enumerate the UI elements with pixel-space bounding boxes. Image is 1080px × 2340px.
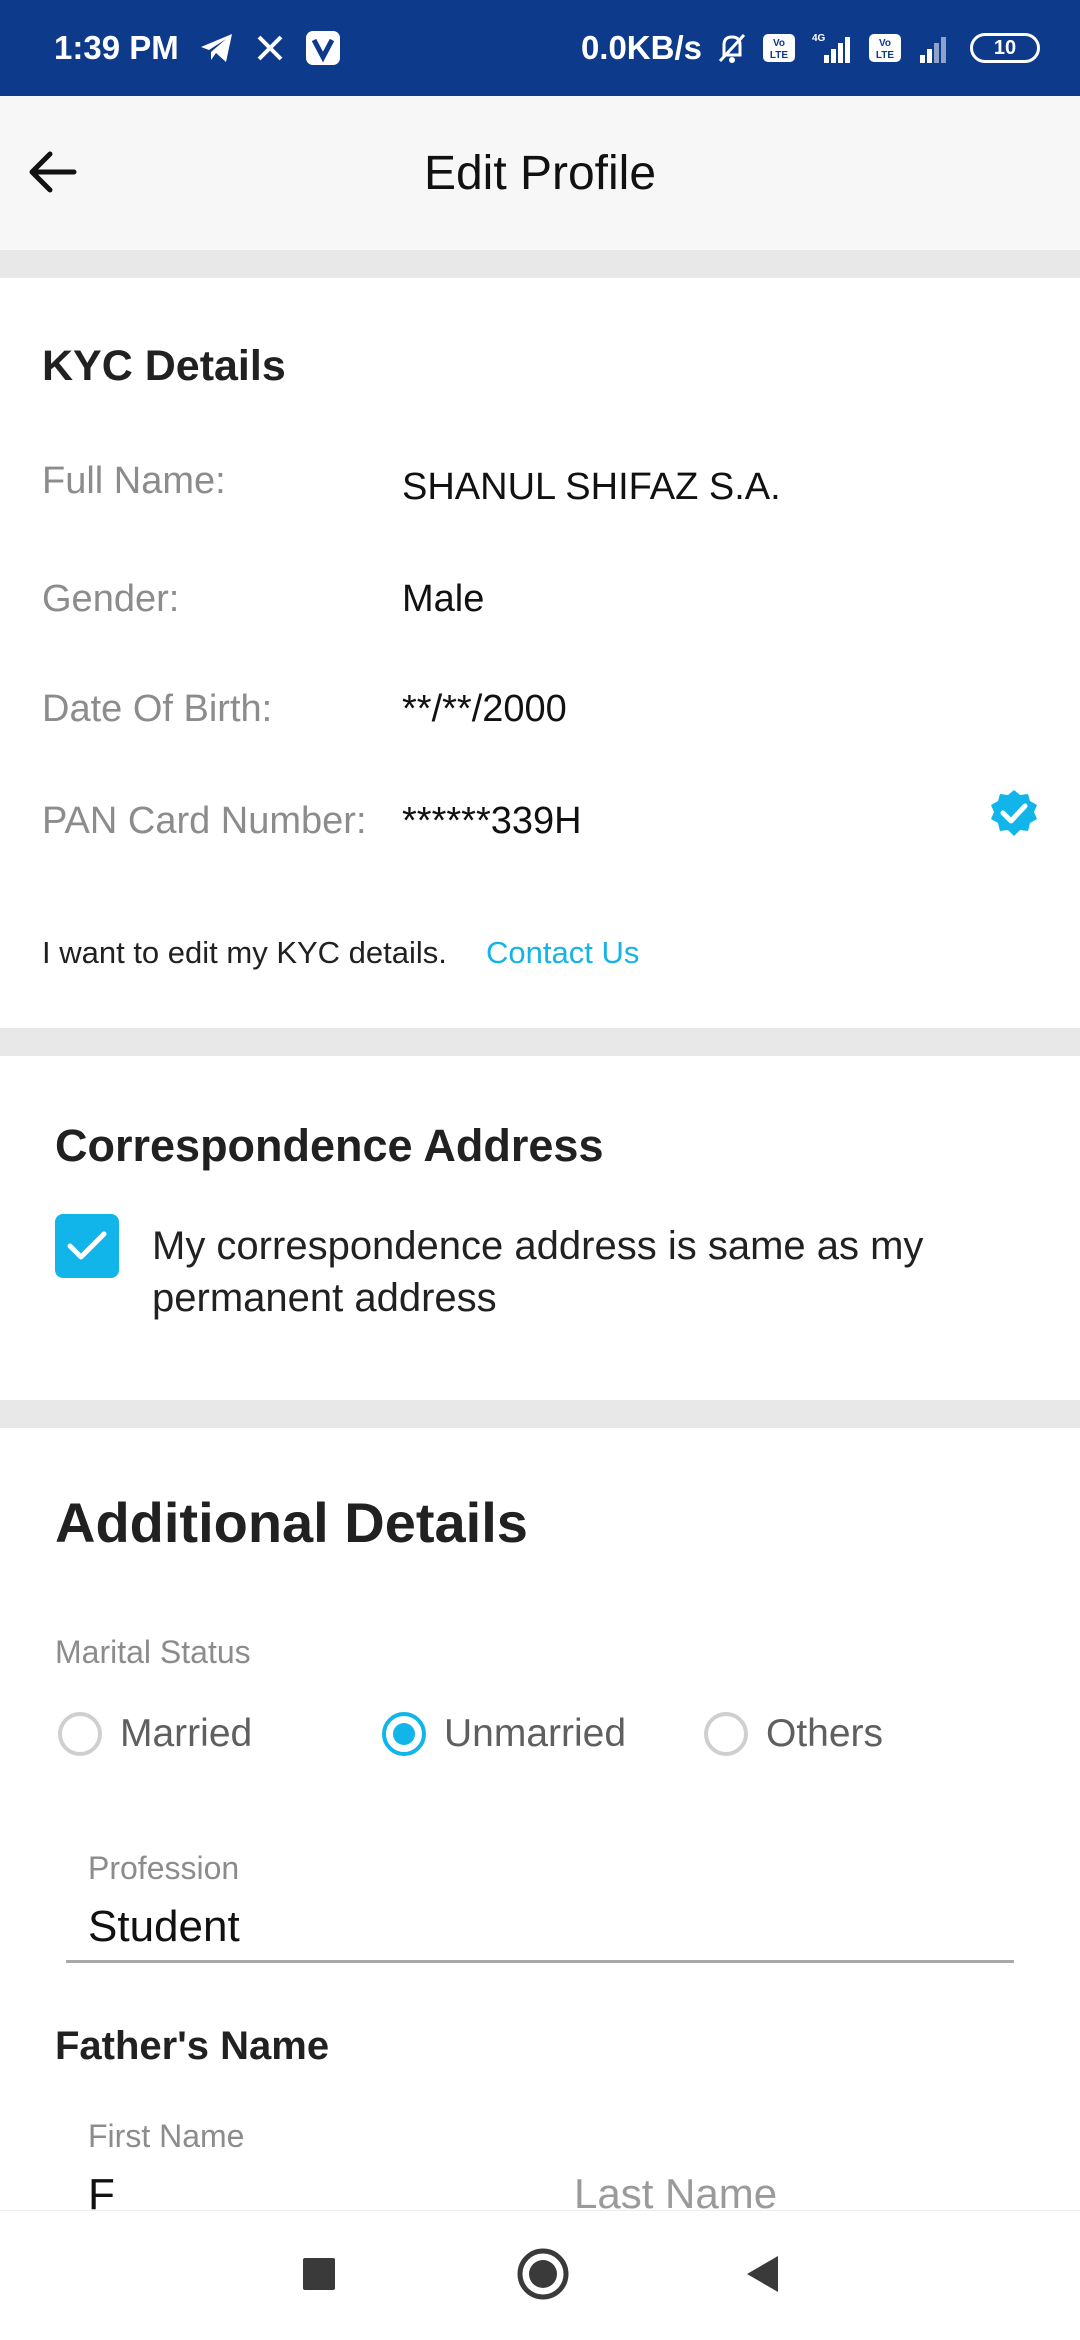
back-triangle-icon	[747, 2256, 778, 2292]
marital-status-label: Marital Status	[55, 1634, 251, 1670]
contact-us-link[interactable]: Contact Us	[486, 935, 639, 971]
gender-value: Male	[402, 578, 485, 620]
volte-icon: Vo LTE	[762, 33, 796, 63]
home-button[interactable]	[508, 2239, 578, 2309]
radio-selected-icon	[382, 1712, 426, 1756]
radio-circle-icon	[704, 1712, 748, 1756]
status-right: 0.0KB/s Vo LTE 4G Vo LTE 10	[581, 29, 1040, 67]
signal-4g-icon: 4G	[810, 31, 854, 65]
radio-married[interactable]: Married	[58, 1712, 252, 1756]
svg-text:LTE: LTE	[876, 50, 894, 61]
radio-married-label: Married	[120, 1712, 253, 1755]
x-icon	[255, 33, 285, 63]
section-divider	[0, 1400, 1080, 1428]
same-address-checkbox[interactable]	[55, 1214, 119, 1278]
status-left: 1:39 PM	[54, 29, 341, 67]
dob-label: Date Of Birth:	[42, 688, 273, 730]
full-name-label: Full Name:	[42, 460, 226, 502]
app-bar: Edit Profile	[0, 96, 1080, 250]
battery-icon: 10	[970, 33, 1040, 63]
section-divider	[0, 1028, 1080, 1056]
checkmark-icon	[67, 1231, 107, 1260]
first-name-label: First Name	[88, 2118, 245, 2154]
signal-icon	[916, 31, 956, 65]
pan-label: PAN Card Number:	[42, 800, 367, 842]
home-circle-icon	[517, 2248, 569, 2300]
kyc-section-title: KYC Details	[42, 342, 286, 390]
same-address-label[interactable]: My correspondence address is same as my …	[152, 1220, 1032, 1324]
verified-badge-icon	[988, 788, 1040, 840]
radio-others[interactable]: Others	[704, 1712, 883, 1756]
recents-button[interactable]	[284, 2239, 354, 2309]
svg-text:LTE: LTE	[770, 50, 788, 61]
radio-unmarried[interactable]: Unmarried	[382, 1712, 626, 1756]
page-title: Edit Profile	[423, 147, 657, 200]
radio-circle-icon	[58, 1712, 102, 1756]
network-speed: 0.0KB/s	[580, 29, 702, 66]
status-time: 1:39 PM	[54, 29, 179, 66]
correspondence-section-title: Correspondence Address	[55, 1120, 604, 1171]
section-divider	[0, 250, 1080, 278]
volte-icon-2: Vo LTE	[868, 33, 902, 63]
system-nav-bar	[0, 2210, 1080, 2340]
status-bar: 1:39 PM 0.0KB/s Vo LTE 4G Vo LTE 10	[0, 0, 1080, 96]
pan-value: ******339H	[402, 800, 582, 842]
profession-value[interactable]: Student	[88, 1902, 240, 1952]
battery-level: 10	[993, 36, 1017, 59]
app-v-icon	[305, 30, 341, 66]
edit-profile-screen: 1:39 PM 0.0KB/s Vo LTE 4G Vo LTE 10 Edit…	[0, 0, 1080, 2340]
marital-status-radio-group: Married Unmarried Others	[0, 1712, 1080, 1768]
svg-text:4G: 4G	[812, 33, 826, 44]
svg-text:Vo: Vo	[879, 38, 891, 49]
telegram-icon	[199, 32, 235, 64]
svg-text:Vo: Vo	[773, 38, 785, 49]
gender-label: Gender:	[42, 578, 180, 620]
edit-kyc-note: I want to edit my KYC details.	[42, 935, 447, 970]
dob-value: **/**/2000	[402, 688, 567, 730]
fathers-name-title: Father's Name	[55, 2024, 330, 2068]
system-back-button[interactable]	[728, 2239, 798, 2309]
profession-underline	[66, 1960, 1014, 1963]
full-name-value: SHANUL SHIFAZ S.A.	[402, 466, 781, 508]
profession-label: Profession	[88, 1850, 240, 1886]
additional-section-title: Additional Details	[55, 1491, 528, 1554]
radio-unmarried-label: Unmarried	[444, 1712, 627, 1755]
recents-square-icon	[303, 2258, 335, 2290]
radio-others-label: Others	[766, 1712, 884, 1755]
mute-bell-icon	[716, 31, 748, 65]
